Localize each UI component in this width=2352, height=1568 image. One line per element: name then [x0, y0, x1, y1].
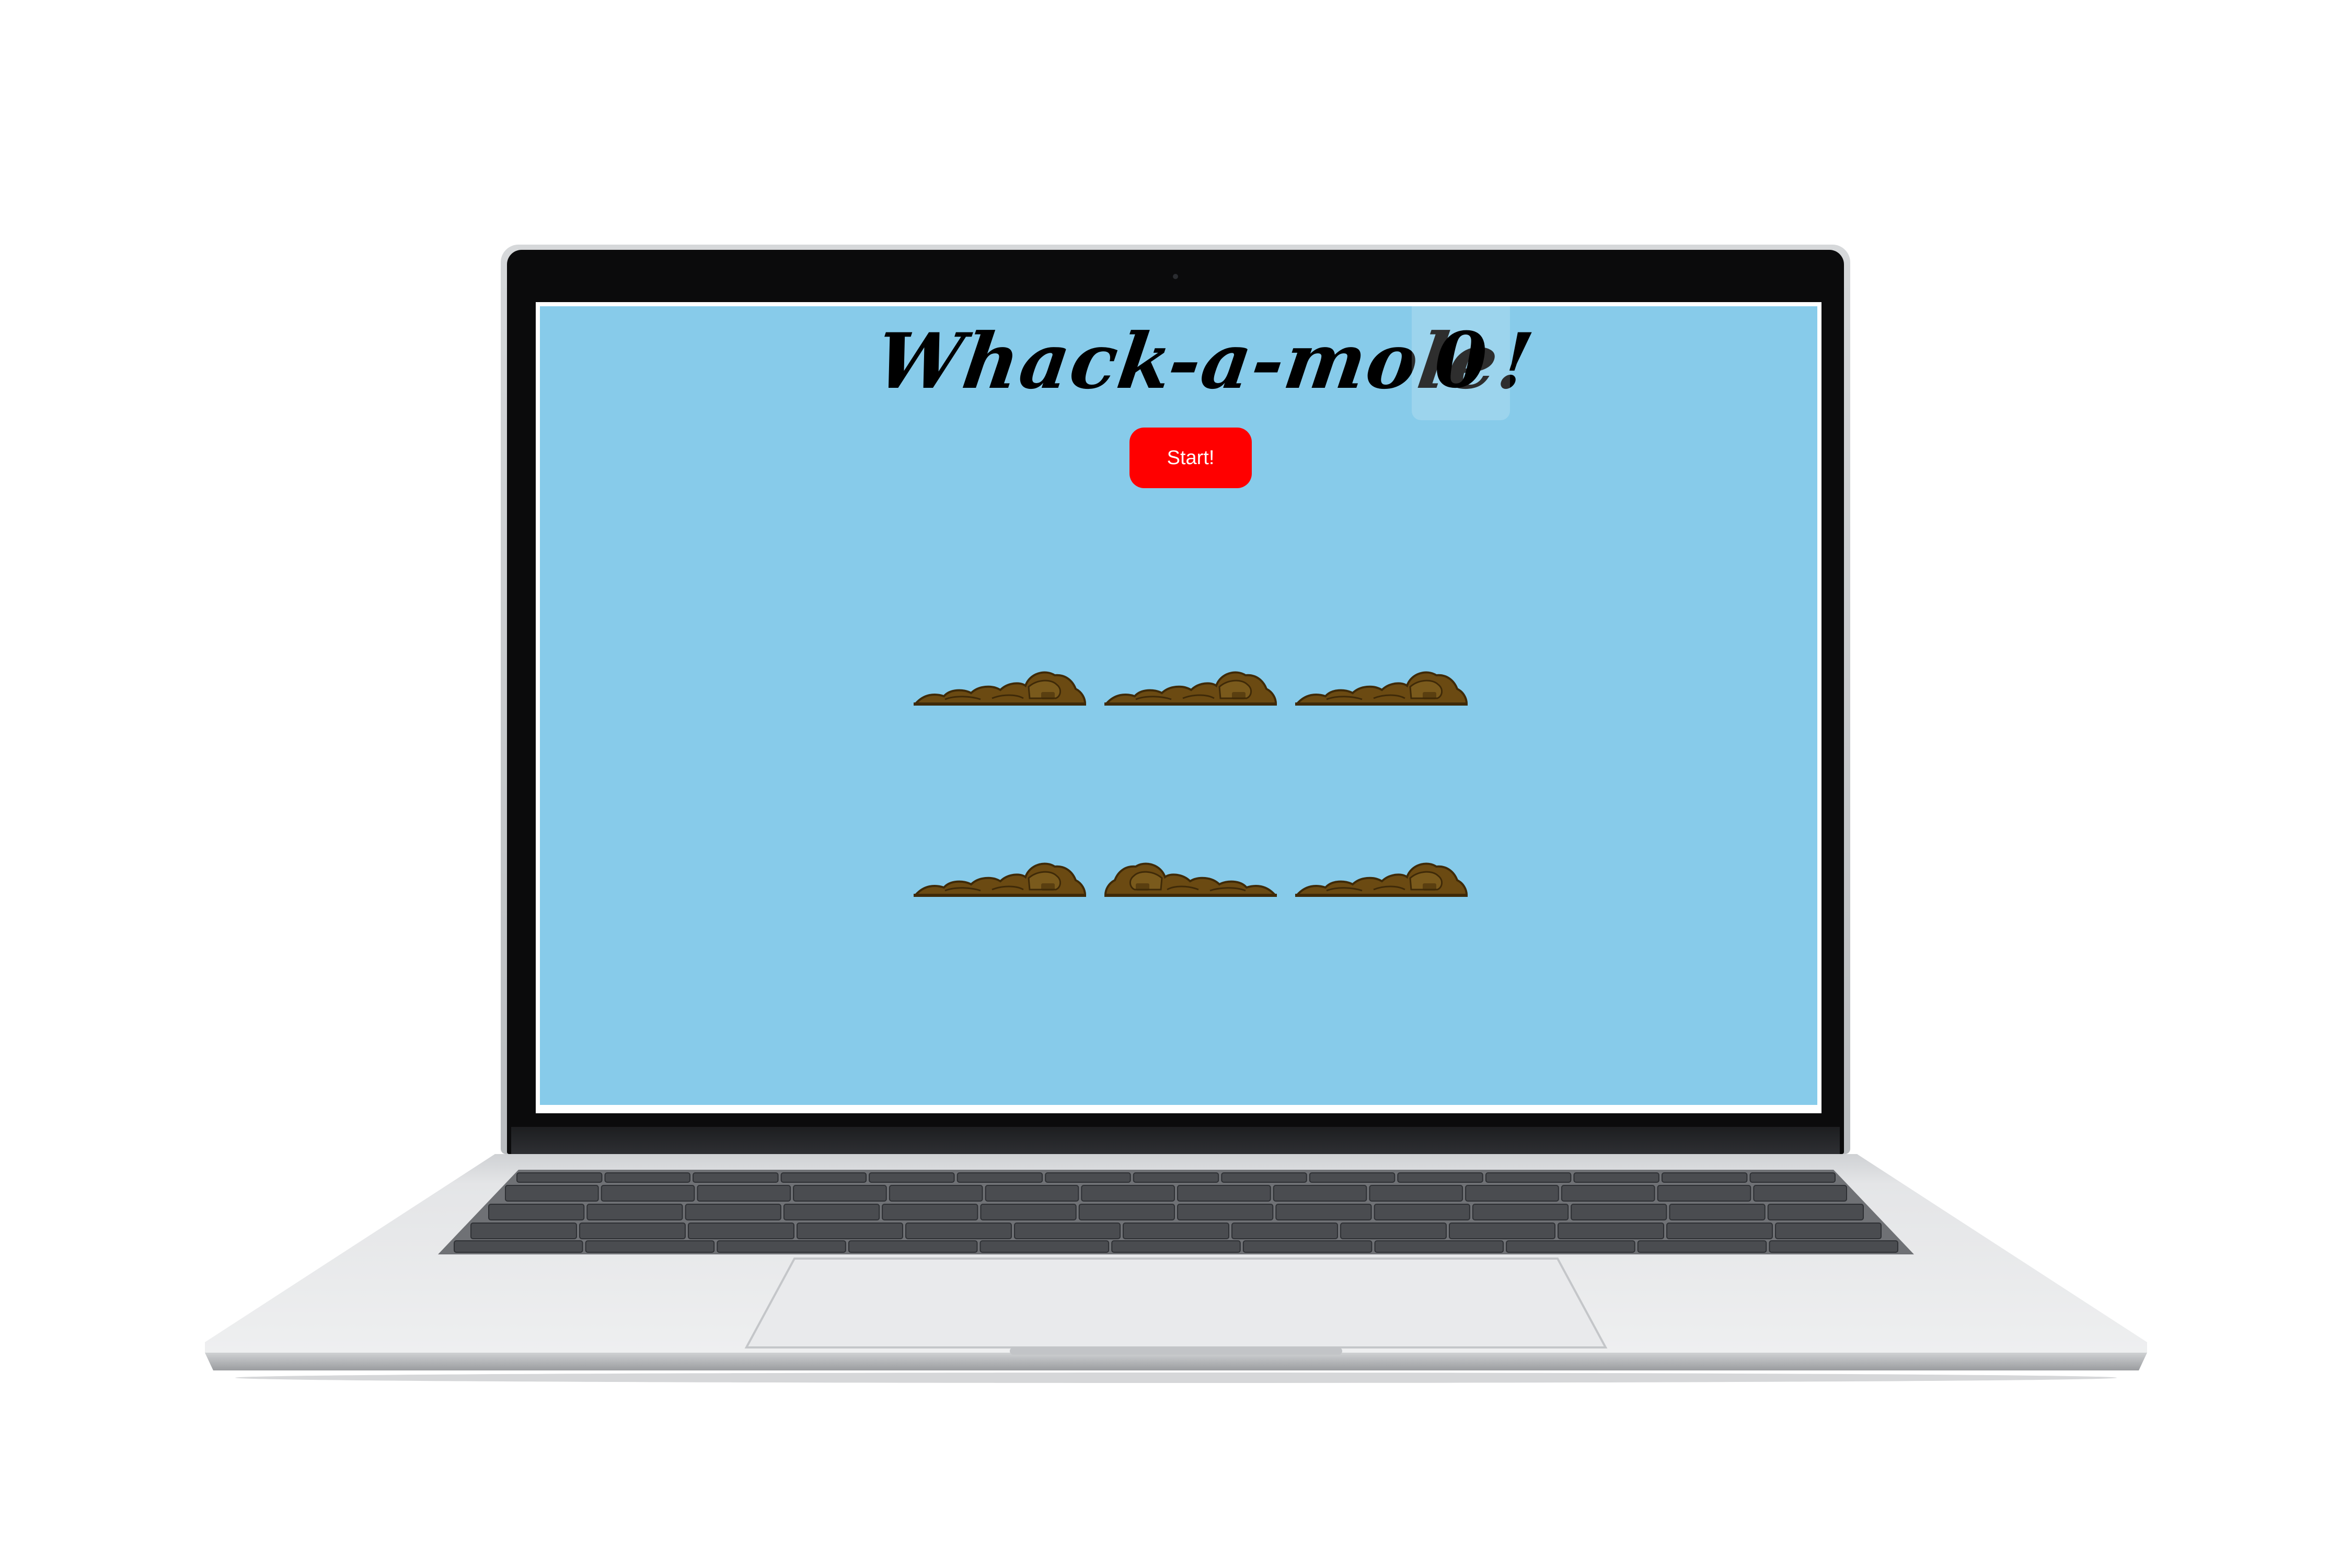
- keyboard-key: [693, 1172, 779, 1183]
- keyboard-key: [1014, 1223, 1121, 1239]
- webcam: [1173, 274, 1178, 279]
- keyboard-deck: [205, 1154, 2147, 1384]
- score-value: 0: [1434, 316, 1488, 405]
- keyboard-key: [882, 1204, 978, 1220]
- keyboard-key: [1078, 1204, 1175, 1220]
- keyboard-key: [1045, 1172, 1131, 1183]
- hole-5[interactable]: [1104, 853, 1277, 898]
- keyboard-key: [505, 1185, 599, 1202]
- score-box: 0: [1412, 306, 1510, 420]
- keyboard-key: [848, 1240, 978, 1253]
- keyboard-key: [688, 1223, 794, 1239]
- dirt-mound-icon: [914, 862, 1086, 897]
- keyboard-key: [1309, 1172, 1396, 1183]
- game-screen: Whack-a-mole! 0 Start!: [540, 306, 1817, 1105]
- keyboard-key: [1561, 1185, 1655, 1202]
- keyboard-key: [717, 1240, 846, 1253]
- keyboard-key: [1657, 1185, 1751, 1202]
- keyboard-key: [601, 1185, 695, 1202]
- keyboard-key: [1177, 1204, 1274, 1220]
- keyboard-key: [516, 1172, 603, 1183]
- keyboard-key: [793, 1185, 887, 1202]
- keyboard-key: [488, 1204, 585, 1220]
- keyboard-key: [697, 1185, 791, 1202]
- keyboard-key: [1374, 1240, 1504, 1253]
- hole-4[interactable]: [914, 853, 1086, 898]
- keyboard-key: [1177, 1185, 1271, 1202]
- keyboard-key: [1767, 1204, 1864, 1220]
- keyboard-key: [1485, 1172, 1572, 1183]
- keyboard-key: [1081, 1185, 1175, 1202]
- keyboard-key: [1666, 1223, 1773, 1239]
- keyboard-key: [905, 1223, 1012, 1239]
- keyboard-key: [1397, 1172, 1483, 1183]
- keyboard-key: [1506, 1240, 1635, 1253]
- keyboard-illustration: [205, 1154, 2147, 1383]
- keyboard-key: [1123, 1223, 1229, 1239]
- hole-1[interactable]: [914, 662, 1086, 707]
- hole-3[interactable]: [1295, 662, 1468, 707]
- trackpad: [744, 1258, 1608, 1348]
- keyboard-key: [1669, 1204, 1766, 1220]
- keyboard-key: [889, 1185, 983, 1202]
- keyboard-key: [783, 1204, 880, 1220]
- keyboard-key: [797, 1223, 903, 1239]
- keyboard-key: [869, 1172, 955, 1183]
- keyboard-key: [1273, 1185, 1367, 1202]
- keyboard-key: [1340, 1223, 1447, 1239]
- hole-6[interactable]: [1295, 853, 1468, 898]
- keyboard-key: [604, 1172, 690, 1183]
- keyboard-key: [1221, 1172, 1307, 1183]
- keyboard-key: [1769, 1240, 1898, 1253]
- dirt-mound-icon: [1104, 862, 1277, 897]
- keyboard-key: [1275, 1204, 1372, 1220]
- keyboard-key: [1753, 1185, 1848, 1202]
- keyboard-key: [1242, 1240, 1373, 1253]
- keyboard-key: [1111, 1240, 1241, 1253]
- header: Whack-a-mole! 0: [540, 306, 1817, 421]
- game-title: Whack-a-mole!: [870, 317, 1539, 406]
- keyboard-key: [1133, 1172, 1219, 1183]
- dirt-mound-icon: [1295, 862, 1468, 897]
- keyboard-key: [979, 1240, 1110, 1253]
- keyboard-key: [1749, 1172, 1836, 1183]
- keyboard-key: [1558, 1223, 1664, 1239]
- keyboard-key: [1449, 1223, 1555, 1239]
- keyboard-key: [454, 1240, 583, 1253]
- screen-frame: Whack-a-mole! 0 Start!: [536, 302, 1821, 1113]
- keyboard-key: [980, 1204, 1077, 1220]
- keyboard-key: [1231, 1223, 1338, 1239]
- photo-stage: Whack-a-mole! 0 Start!: [0, 0, 2352, 1568]
- keyboard-key: [1775, 1223, 1882, 1239]
- keyboard-key: [685, 1204, 781, 1220]
- dirt-mound-icon: [914, 671, 1086, 706]
- laptop-hinge: [511, 1127, 1840, 1154]
- keyboard-key: [985, 1185, 1079, 1202]
- deck-front-edge: [205, 1353, 2147, 1370]
- keyboard-key: [1465, 1185, 1559, 1202]
- keyboard-key: [780, 1172, 867, 1183]
- laptop-lid: Whack-a-mole! 0 Start!: [501, 245, 1850, 1154]
- hole-2[interactable]: [1104, 662, 1277, 707]
- keyboard-key: [1661, 1172, 1748, 1183]
- keyboard-key: [1369, 1185, 1463, 1202]
- keyboard-key: [1374, 1204, 1470, 1220]
- keyboard-key: [1571, 1204, 1667, 1220]
- dirt-mound-icon: [1104, 671, 1277, 706]
- keyboard-key: [470, 1223, 577, 1239]
- start-button[interactable]: Start!: [1129, 428, 1252, 488]
- keyboard-key: [1472, 1204, 1569, 1220]
- keyboard-key: [956, 1172, 1043, 1183]
- dirt-mound-icon: [1295, 671, 1468, 706]
- keyboard-key: [579, 1223, 686, 1239]
- lid-notch: [1010, 1347, 1342, 1355]
- keyboard-key: [1573, 1172, 1659, 1183]
- keyboard-key: [585, 1240, 715, 1253]
- keyboard-key: [586, 1204, 683, 1220]
- deck-shadow: [235, 1373, 2117, 1383]
- keyboard-key: [1637, 1240, 1767, 1253]
- screen-bezel: Whack-a-mole! 0 Start!: [507, 250, 1844, 1154]
